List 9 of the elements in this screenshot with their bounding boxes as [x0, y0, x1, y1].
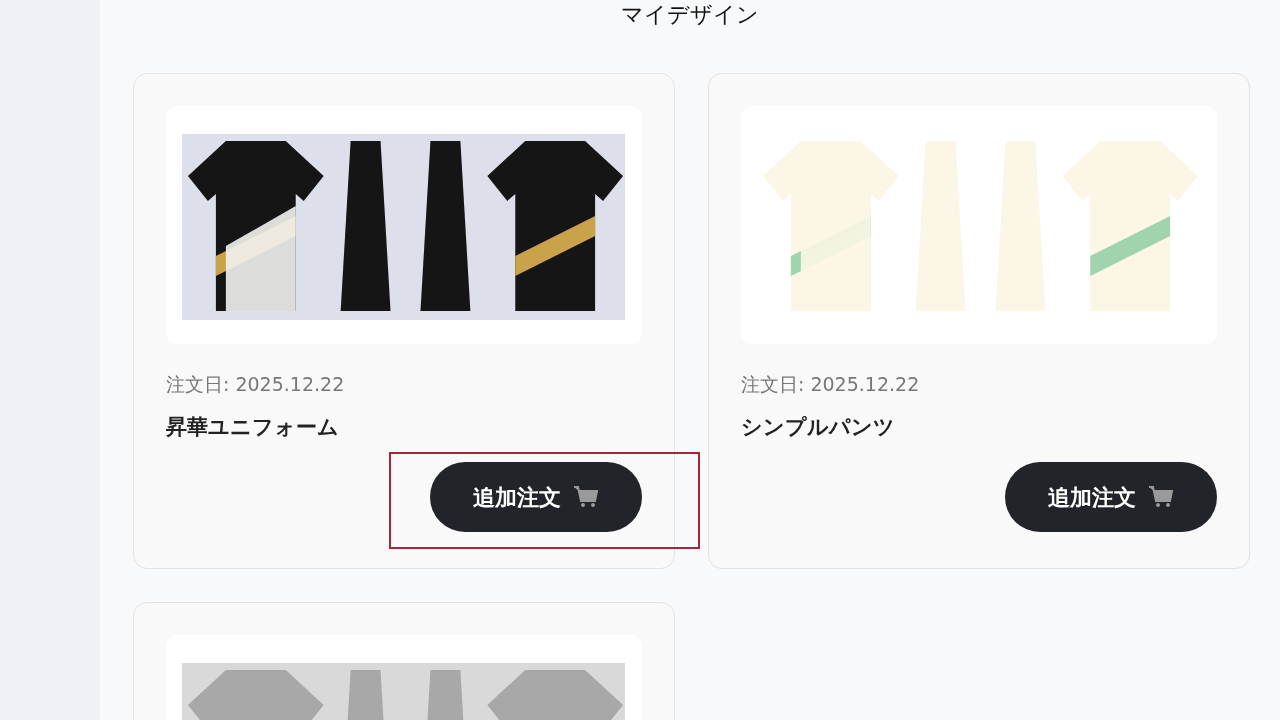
cart-icon	[1148, 485, 1174, 509]
design-name: シンプルパンツ	[741, 414, 896, 441]
reorder-button[interactable]: 追加注文	[430, 462, 642, 532]
cart-icon	[573, 485, 599, 509]
order-date: 注文日: 2025.12.22	[166, 372, 346, 397]
order-date: 注文日: 2025.12.22	[741, 372, 921, 397]
page-heading: マイデザイン	[620, 1, 760, 29]
design-name: 昇華ユニフォーム	[166, 414, 340, 441]
reorder-button[interactable]: 追加注文	[1005, 462, 1217, 532]
